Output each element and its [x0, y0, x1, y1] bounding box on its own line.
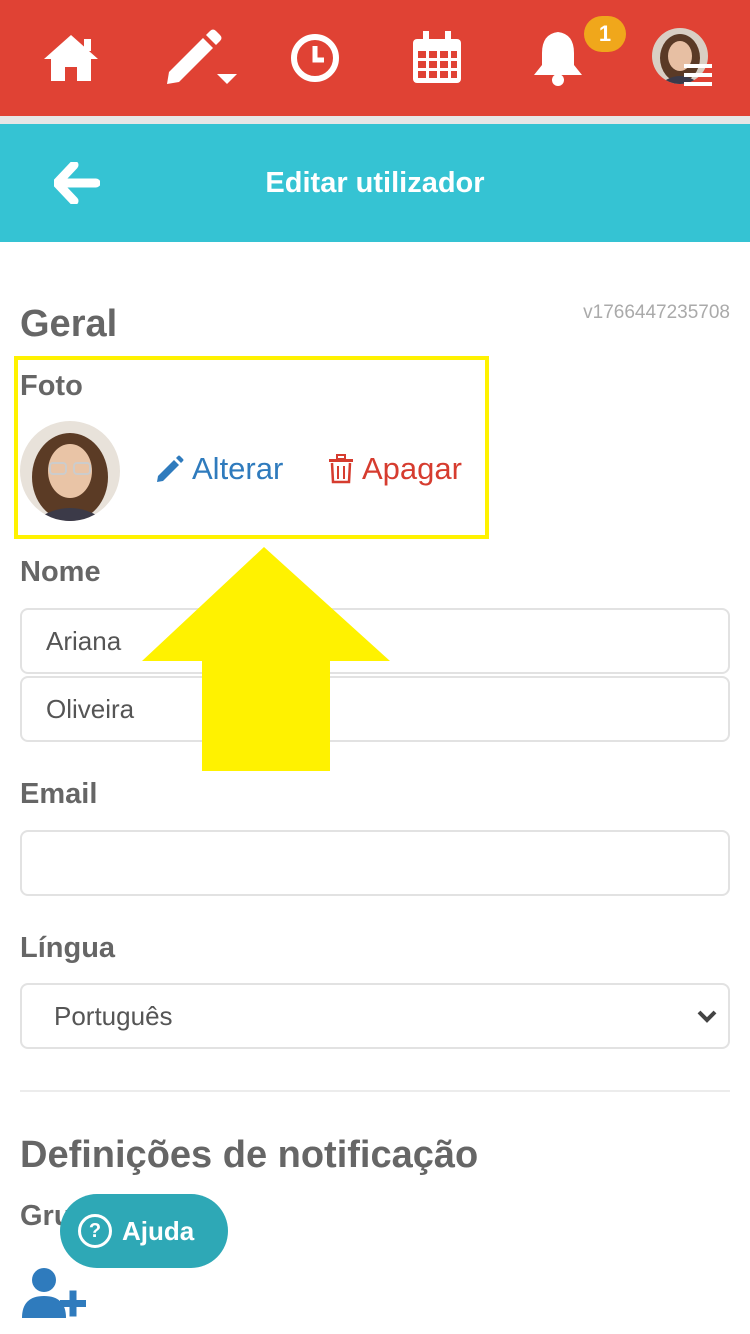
top-nav-bar: 1 — [0, 0, 750, 116]
annotation-arrow-icon — [142, 547, 390, 771]
arrow-left-icon — [54, 162, 100, 204]
chevron-down-icon — [697, 1010, 717, 1023]
language-select[interactable]: Português — [20, 983, 730, 1049]
section-title-general: Geral — [20, 303, 118, 345]
profile-photo — [20, 421, 120, 521]
email-input[interactable] — [22, 832, 728, 894]
help-label: Ajuda — [122, 1215, 195, 1246]
version-label: v1766447235708 — [583, 302, 730, 323]
email-label: Email — [20, 778, 98, 810]
bell-icon — [534, 32, 582, 86]
page-title: Editar utilizador — [265, 167, 485, 199]
photo-label: Foto — [20, 370, 83, 402]
calendar-button[interactable] — [409, 0, 465, 116]
section-divider — [20, 1090, 730, 1092]
clock-icon — [291, 34, 339, 82]
pencil-icon — [157, 455, 184, 482]
home-button[interactable] — [40, 0, 102, 116]
language-label: Língua — [20, 932, 116, 964]
trash-icon — [329, 454, 353, 484]
history-button[interactable] — [288, 0, 342, 116]
email-field[interactable] — [20, 830, 730, 896]
help-button[interactable]: ? Ajuda — [60, 1194, 228, 1268]
calendar-icon — [413, 31, 461, 83]
nav-separator — [0, 116, 750, 124]
notifications-button[interactable] — [528, 0, 588, 116]
change-photo-button[interactable]: Alterar — [156, 446, 283, 492]
delete-photo-label: Apagar — [362, 451, 462, 486]
back-button[interactable] — [50, 158, 104, 208]
name-label: Nome — [20, 556, 101, 588]
section-title-notifications: Definições de notificação — [20, 1134, 479, 1176]
question-icon: ? — [78, 1214, 112, 1248]
change-photo-label: Alterar — [192, 451, 284, 486]
edit-icon — [167, 29, 237, 84]
home-icon — [44, 35, 98, 81]
delete-photo-button[interactable]: Apagar — [328, 446, 462, 492]
page-header: Editar utilizador — [0, 124, 750, 242]
edit-menu-button[interactable] — [162, 0, 242, 116]
add-user-icon[interactable] — [22, 1266, 88, 1320]
menu-icon[interactable] — [684, 62, 712, 88]
language-selected-value: Português — [54, 1000, 173, 1031]
notification-badge: 1 — [584, 16, 626, 52]
